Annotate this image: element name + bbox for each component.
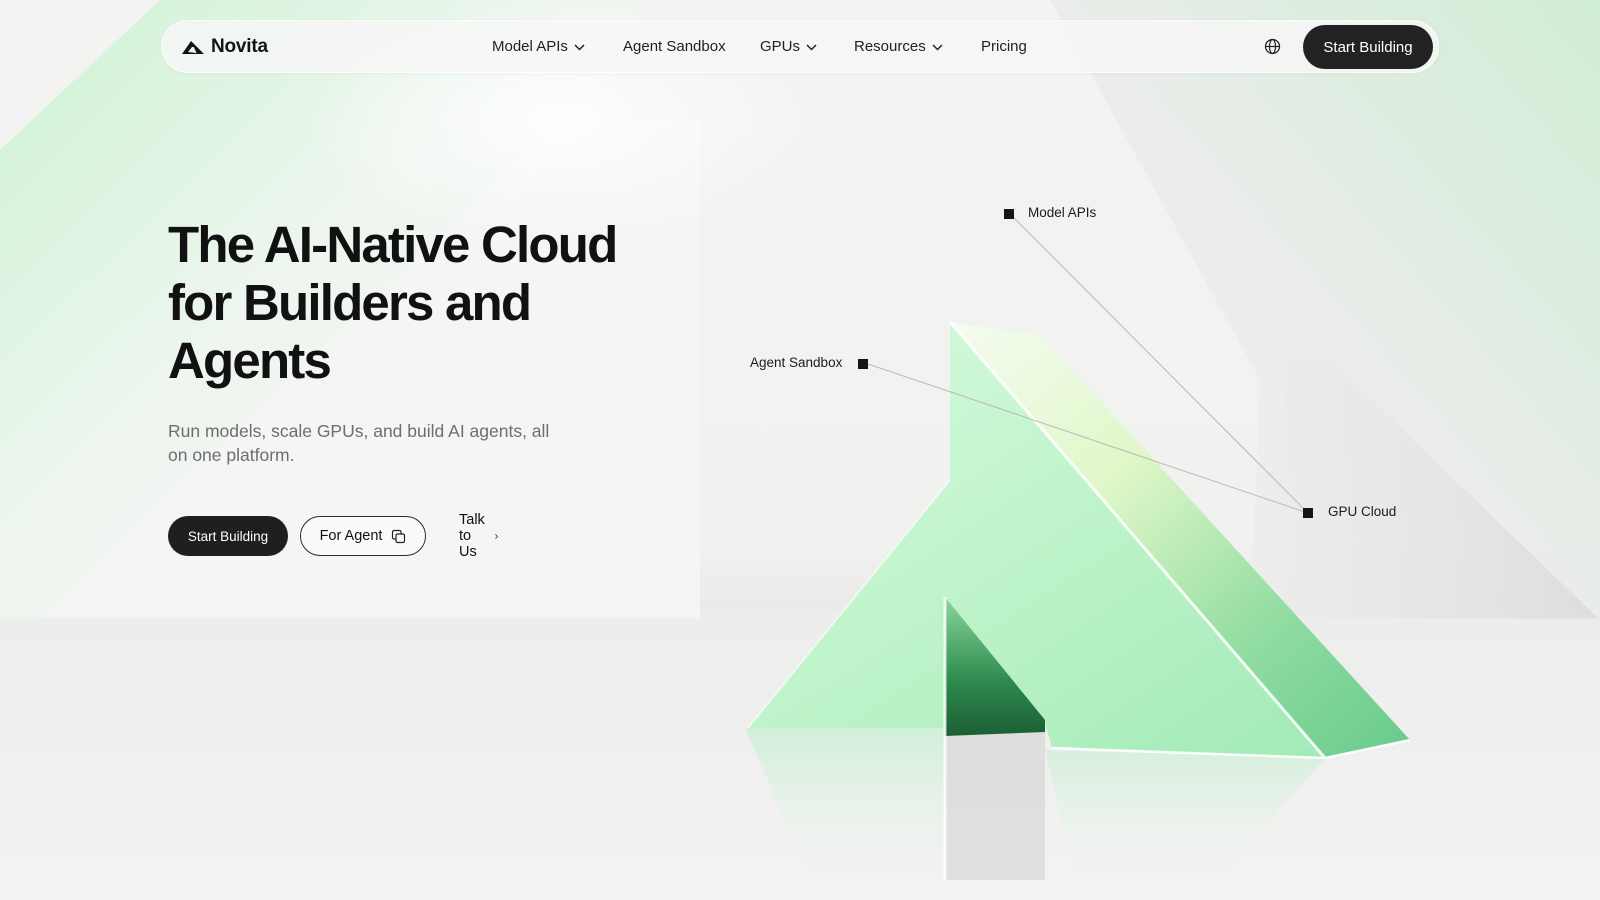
nav-item-resources[interactable]: Resources (854, 20, 943, 73)
agent-sandbox-node (858, 359, 868, 369)
globe-icon[interactable] (1264, 38, 1281, 55)
model-apis-diagram-label: Model APIs (1028, 205, 1097, 220)
nav-item-label: Agent Sandbox (623, 38, 726, 55)
nav-item-model-apis[interactable]: Model APIs (492, 20, 585, 73)
agent-sandbox-diagram-label: Agent Sandbox (750, 355, 843, 370)
for-agent-label: For Agent (319, 528, 383, 544)
hero-subtitle: Run models, scale GPUs, and build AI age… (168, 421, 550, 465)
gpu-cloud-node (1303, 508, 1313, 518)
nav-item-pricing[interactable]: Pricing (981, 20, 1027, 73)
landing-page: Novita Model APIs Agent Sandbox GPUs Res… (0, 0, 1600, 900)
talk-to-us-link[interactable]: Talk to Us (459, 512, 498, 560)
nav-item-label: Resources (854, 38, 926, 55)
chevron-down-icon (932, 43, 943, 51)
top-nav-bar: Novita Model APIs Agent Sandbox GPUs Res… (161, 20, 1439, 73)
nav-item-label: Model APIs (492, 38, 568, 55)
talk-to-us-label: Talk to Us (459, 512, 485, 560)
nav-item-label: Pricing (981, 38, 1027, 55)
nav-start-building-button[interactable]: Start Building (1303, 25, 1433, 69)
nav-item-agent-sandbox[interactable]: Agent Sandbox (623, 20, 726, 73)
start-building-button[interactable]: Start Building (168, 516, 288, 556)
nav-item-label: GPUs (760, 38, 801, 55)
chevron-down-icon (806, 43, 817, 51)
chevron-right-icon (494, 534, 498, 539)
gpu-cloud-diagram-label: GPU Cloud (1328, 504, 1397, 519)
for-agent-button[interactable]: For Agent (300, 516, 426, 556)
copy-icon (392, 529, 406, 543)
hero-title: The AI-Native Cloud for Builders and Age… (168, 216, 618, 389)
chevron-down-icon (574, 43, 585, 51)
nav-item-gpus[interactable]: GPUs (760, 20, 817, 73)
model-apis-node (1004, 209, 1014, 219)
nav-links: Model APIs Agent Sandbox GPUs Resources (161, 20, 1439, 73)
